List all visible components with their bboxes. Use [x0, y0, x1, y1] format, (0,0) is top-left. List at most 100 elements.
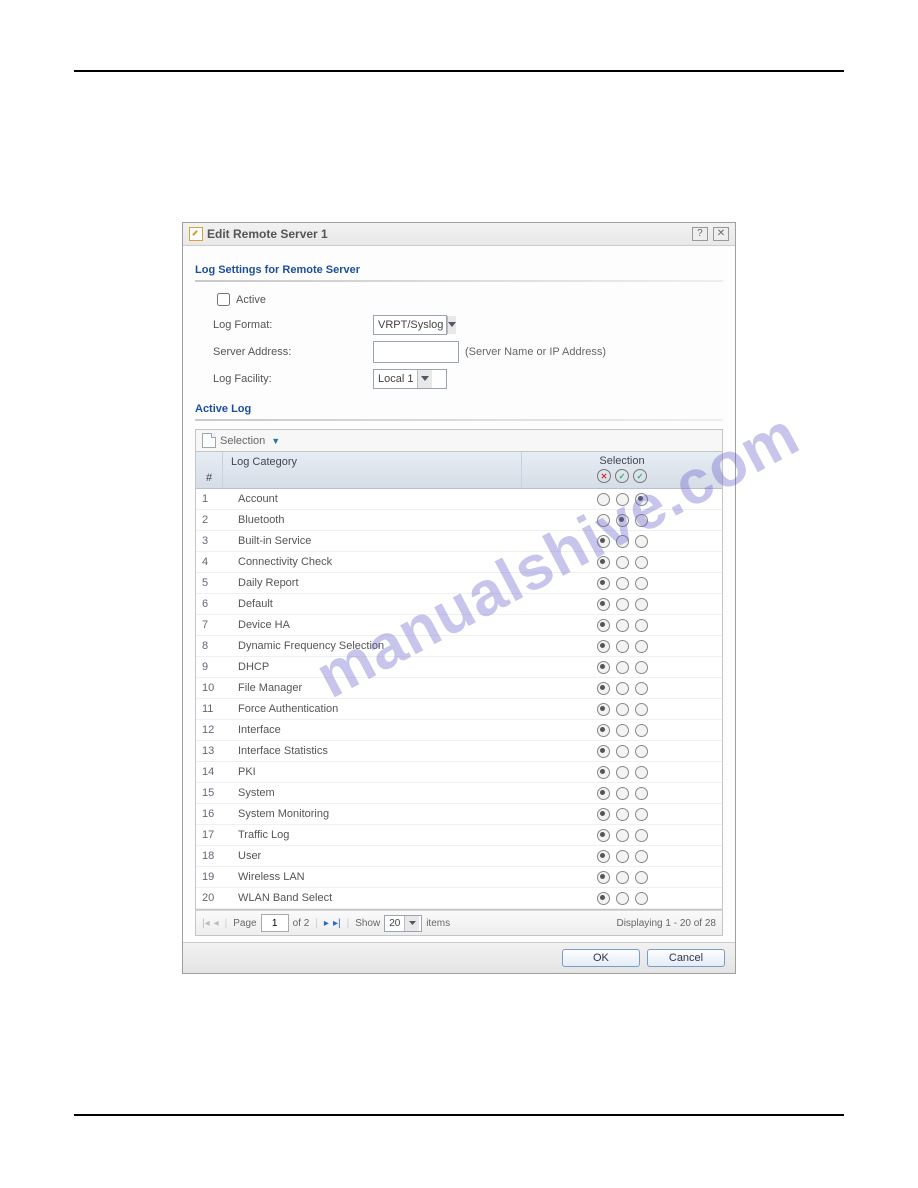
selection-radio[interactable]: [635, 745, 648, 758]
selection-radio[interactable]: [635, 577, 648, 590]
selection-radio[interactable]: [635, 598, 648, 611]
selection-radio[interactable]: [597, 514, 610, 527]
selection-radio[interactable]: [597, 850, 610, 863]
selection-radio[interactable]: [616, 871, 629, 884]
table-row: 8Dynamic Frequency Selection: [196, 636, 722, 657]
pager-first-button[interactable]: |◂: [202, 918, 210, 929]
selection-radio[interactable]: [597, 703, 610, 716]
selection-radio[interactable]: [635, 766, 648, 779]
selection-radio[interactable]: [597, 682, 610, 695]
selection-radio[interactable]: [616, 493, 629, 506]
document-icon: [202, 433, 216, 448]
selection-radio[interactable]: [635, 514, 648, 527]
dialog-titlebar: Edit Remote Server 1 ? ✕: [183, 223, 735, 246]
enable-all-icon[interactable]: ✓: [633, 469, 647, 483]
selection-radio[interactable]: [616, 787, 629, 800]
selection-radio[interactable]: [616, 619, 629, 632]
table-row: 12Interface: [196, 720, 722, 741]
selection-radio[interactable]: [635, 535, 648, 548]
close-button[interactable]: ✕: [713, 227, 729, 241]
row-number: 2: [196, 514, 228, 526]
selection-radio[interactable]: [616, 745, 629, 758]
selection-radio[interactable]: [635, 493, 648, 506]
table-row: 5Daily Report: [196, 573, 722, 594]
column-header-number: #: [196, 452, 223, 488]
log-format-dropdown[interactable]: VRPT/Syslog: [373, 315, 447, 335]
selection-radio[interactable]: [616, 556, 629, 569]
pager-show-dropdown[interactable]: 20: [384, 915, 422, 932]
selection-radio[interactable]: [597, 871, 610, 884]
row-selection: [522, 808, 722, 821]
row-category: User: [228, 850, 522, 862]
row-category: Force Authentication: [228, 703, 522, 715]
active-checkbox[interactable]: [217, 293, 230, 306]
log-facility-dropdown[interactable]: Local 1: [373, 369, 447, 389]
help-button[interactable]: ?: [692, 227, 708, 241]
selection-radio[interactable]: [616, 598, 629, 611]
selection-radio[interactable]: [616, 829, 629, 842]
selection-radio[interactable]: [597, 619, 610, 632]
selection-radio[interactable]: [597, 724, 610, 737]
selection-radio[interactable]: [616, 661, 629, 674]
row-category: DHCP: [228, 661, 522, 673]
selection-radio[interactable]: [597, 892, 610, 905]
selection-radio[interactable]: [635, 829, 648, 842]
selection-radio[interactable]: [635, 640, 648, 653]
selection-radio[interactable]: [597, 493, 610, 506]
section-active-log-title: Active Log: [195, 403, 723, 415]
selection-radio[interactable]: [616, 724, 629, 737]
selection-radio[interactable]: [597, 808, 610, 821]
selection-radio[interactable]: [616, 682, 629, 695]
selection-radio[interactable]: [635, 850, 648, 863]
selection-radio[interactable]: [616, 514, 629, 527]
table-row: 19Wireless LAN: [196, 867, 722, 888]
selection-radio[interactable]: [597, 787, 610, 800]
row-number: 5: [196, 577, 228, 589]
selection-radio[interactable]: [616, 535, 629, 548]
selection-radio[interactable]: [635, 703, 648, 716]
selection-radio[interactable]: [597, 598, 610, 611]
selection-radio[interactable]: [616, 892, 629, 905]
cancel-button[interactable]: Cancel: [647, 949, 725, 967]
selection-radio[interactable]: [616, 850, 629, 863]
selection-radio[interactable]: [616, 703, 629, 716]
row-category: System: [228, 787, 522, 799]
grid-header: # Log Category Selection ✕ ✓ ✓: [196, 452, 722, 489]
server-address-input[interactable]: [373, 341, 459, 363]
selection-radio[interactable]: [635, 556, 648, 569]
ok-button[interactable]: OK: [562, 949, 640, 967]
selection-menu[interactable]: Selection: [220, 435, 265, 447]
selection-radio[interactable]: [597, 661, 610, 674]
row-selection: [522, 661, 722, 674]
selection-radio[interactable]: [635, 787, 648, 800]
pager-page-input[interactable]: [261, 914, 289, 932]
selection-radio[interactable]: [597, 640, 610, 653]
selection-radio[interactable]: [635, 619, 648, 632]
pager-last-button[interactable]: ▸|: [333, 918, 341, 929]
selection-radio[interactable]: [597, 556, 610, 569]
row-selection: [522, 682, 722, 695]
row-selection: [522, 598, 722, 611]
enable-normal-icon[interactable]: ✓: [615, 469, 629, 483]
log-facility-value: Local 1: [374, 373, 417, 385]
pager-next-button[interactable]: ▸: [324, 918, 329, 929]
selection-radio[interactable]: [597, 829, 610, 842]
selection-radio[interactable]: [616, 640, 629, 653]
selection-radio[interactable]: [635, 892, 648, 905]
selection-radio[interactable]: [597, 745, 610, 758]
selection-radio[interactable]: [616, 808, 629, 821]
selection-radio[interactable]: [616, 766, 629, 779]
selection-radio[interactable]: [635, 808, 648, 821]
row-selection: [522, 535, 722, 548]
selection-radio[interactable]: [616, 577, 629, 590]
selection-radio[interactable]: [597, 577, 610, 590]
pager-prev-button[interactable]: ◂: [214, 918, 219, 929]
selection-radio[interactable]: [597, 535, 610, 548]
selection-radio[interactable]: [635, 871, 648, 884]
selection-radio[interactable]: [635, 661, 648, 674]
disable-all-icon[interactable]: ✕: [597, 469, 611, 483]
selection-radio[interactable]: [635, 682, 648, 695]
selection-radio[interactable]: [597, 766, 610, 779]
selection-radio[interactable]: [635, 724, 648, 737]
table-row: 9DHCP: [196, 657, 722, 678]
